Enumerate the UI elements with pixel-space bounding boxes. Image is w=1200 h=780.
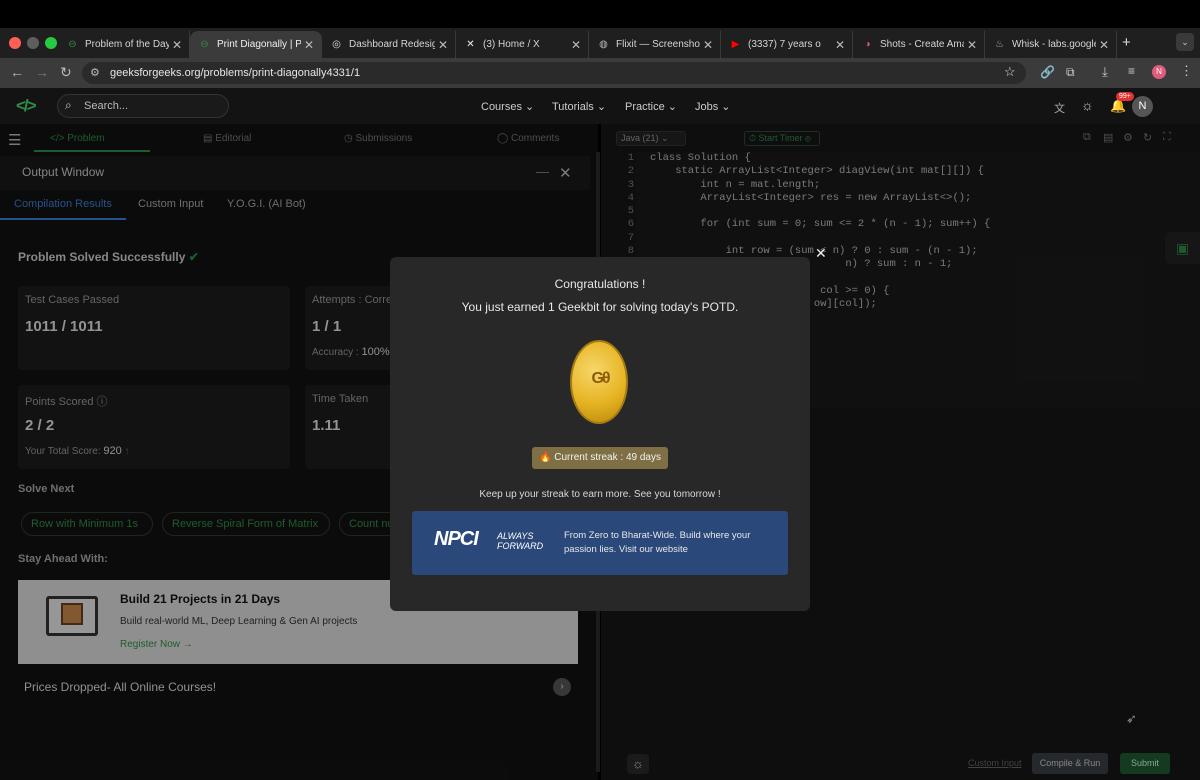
bookmark-star-icon[interactable]: ☆ bbox=[1004, 64, 1016, 80]
whisk-icon: ♨ bbox=[995, 39, 1004, 50]
close-tab-icon[interactable]: ✕ bbox=[832, 38, 848, 52]
fire-icon: 🔥 bbox=[539, 452, 552, 463]
minimize-window-button[interactable] bbox=[27, 37, 39, 49]
geekbit-coin-icon: Gθ bbox=[570, 340, 628, 424]
tab-title: (3) Home / X bbox=[483, 39, 540, 50]
close-tab-icon[interactable]: ✕ bbox=[568, 38, 584, 52]
extensions-icon[interactable]: ⧉ bbox=[1066, 65, 1075, 80]
tab-title: Flixit — Screenshot E bbox=[616, 39, 700, 50]
modal-subtitle: You just earned 1 Geekbit for solving to… bbox=[461, 300, 739, 314]
forward-icon[interactable]: → bbox=[35, 64, 49, 80]
streak-badge: 🔥 Current streak : 49 days bbox=[532, 447, 668, 469]
extension-link-icon[interactable]: 🔗 bbox=[1040, 65, 1055, 79]
close-tab-icon[interactable]: ✕ bbox=[964, 38, 980, 52]
profile-avatar[interactable]: N bbox=[1152, 65, 1166, 79]
close-tab-icon[interactable]: ✕ bbox=[435, 38, 451, 52]
site-info-icon[interactable]: ⚙ bbox=[90, 66, 100, 79]
url-text: geeksforgeeks.org/problems/print-diagona… bbox=[110, 67, 361, 79]
tab-title: Whisk - labs.google/ bbox=[1012, 39, 1096, 50]
nav-practice[interactable]: Practice ⌄ bbox=[625, 100, 677, 113]
theme-toggle-icon[interactable]: ☼ bbox=[1081, 97, 1094, 113]
search-input[interactable]: ⌕ Search... bbox=[57, 94, 229, 118]
nav-label: Practice bbox=[625, 101, 665, 113]
browser-menu-icon[interactable]: ⋮ bbox=[1180, 63, 1193, 79]
reload-icon[interactable]: ↻ bbox=[60, 64, 72, 81]
new-tab-icon[interactable]: + bbox=[1122, 34, 1131, 51]
nav-label: Jobs bbox=[695, 101, 719, 113]
close-tab-icon[interactable]: ✕ bbox=[301, 38, 317, 52]
nav-courses[interactable]: Courses ⌄ bbox=[481, 100, 534, 113]
media-icon[interactable]: ≡ bbox=[1128, 64, 1135, 78]
browser-tab[interactable]: ⊖ Problem of the Day | ✕ bbox=[58, 31, 190, 58]
tab-title: Shots - Create Amaz bbox=[880, 39, 964, 50]
nav-label: Tutorials bbox=[552, 101, 594, 113]
close-tab-icon[interactable]: ✕ bbox=[169, 38, 185, 52]
tab-title: Dashboard Redesign bbox=[349, 39, 435, 50]
close-tab-icon[interactable]: ✕ bbox=[700, 38, 716, 52]
openai-icon: ◎ bbox=[332, 39, 341, 50]
coin-logo: Gθ bbox=[591, 370, 610, 387]
search-icon: ⌕ bbox=[65, 98, 72, 112]
globe-icon: ◍ bbox=[599, 39, 608, 50]
browser-tab[interactable]: ♨ Whisk - labs.google/✕ bbox=[985, 31, 1117, 58]
npci-ad-text: From Zero to Bharat-Wide. Build where yo… bbox=[564, 530, 751, 555]
nav-label: Courses bbox=[481, 101, 522, 113]
tab-title: Problem of the Day | bbox=[85, 39, 169, 50]
back-icon[interactable]: ← bbox=[10, 64, 24, 80]
close-window-button[interactable] bbox=[9, 37, 21, 49]
browser-tab[interactable]: ✕ (3) Home / X ✕ bbox=[456, 31, 589, 58]
window-titlebar bbox=[0, 0, 1200, 28]
shots-icon: ◑ bbox=[864, 39, 871, 50]
browser-tab[interactable]: ⊖ Print Diagonally | Pra✕ bbox=[190, 31, 322, 58]
npci-logo: NPCI bbox=[434, 528, 479, 550]
url-input[interactable]: geeksforgeeks.org/problems/print-diagona… bbox=[82, 62, 1026, 84]
nav-jobs[interactable]: Jobs ⌄ bbox=[695, 100, 731, 113]
browser-tab[interactable]: ◍ Flixit — Screenshot E✕ bbox=[589, 31, 721, 58]
translate-icon[interactable]: 文 bbox=[1054, 100, 1065, 116]
tab-search-icon[interactable]: ⌄ bbox=[1176, 33, 1194, 51]
notification-badge: 99+ bbox=[1116, 92, 1134, 101]
npci-tagline: ALWAYS FORWARD bbox=[497, 531, 544, 551]
gfg-icon: ⊖ bbox=[68, 39, 77, 50]
browser-tab[interactable]: ▶ (3337) 7 years o ✕ bbox=[721, 31, 853, 58]
tab-title: Print Diagonally | Pra bbox=[217, 39, 301, 50]
modal-title: Congratulations ! bbox=[554, 277, 646, 291]
tab-title: (3337) 7 years o bbox=[748, 39, 821, 50]
youtube-icon: ▶ bbox=[731, 39, 740, 50]
search-placeholder: Search... bbox=[84, 100, 129, 112]
x-icon: ✕ bbox=[466, 39, 475, 50]
user-avatar[interactable]: N bbox=[1132, 96, 1153, 117]
browser-tab[interactable]: ◎ Dashboard Redesign ✕ bbox=[322, 31, 456, 58]
nav-tutorials[interactable]: Tutorials ⌄ bbox=[552, 100, 606, 113]
modal-close-icon[interactable]: ✕ bbox=[815, 245, 827, 262]
maximize-window-button[interactable] bbox=[45, 37, 57, 49]
close-tab-icon[interactable]: ✕ bbox=[1096, 38, 1112, 52]
gfg-icon: ⊖ bbox=[200, 39, 209, 50]
browser-tab[interactable]: ◑ Shots - Create Amaz ✕ bbox=[853, 31, 985, 58]
modal-footer-text: Keep up your streak to earn more. See yo… bbox=[479, 489, 721, 500]
gfg-logo[interactable]: </> bbox=[16, 96, 37, 116]
download-icon[interactable]: ⤓ bbox=[1102, 64, 1108, 80]
streak-text: Current streak : 49 days bbox=[554, 452, 661, 463]
